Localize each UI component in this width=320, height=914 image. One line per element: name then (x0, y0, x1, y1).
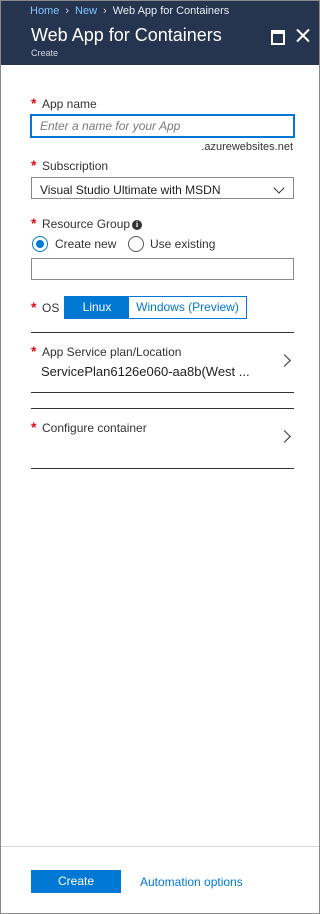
breadcrumb-separator: › (65, 5, 70, 17)
use-existing-radio[interactable] (128, 236, 144, 252)
blade: Home › New › Web App for Containers Web App … (0, 0, 320, 914)
required-marker: * (31, 215, 37, 231)
blade-header: Home › New › Web App for Containers Web App … (1, 1, 319, 65)
use-existing-label[interactable]: Use existing (150, 237, 215, 251)
chevron-down-icon (273, 182, 285, 194)
subscription-select[interactable]: Visual Studio Ultimate with MSDN (31, 177, 294, 199)
create-new-radio[interactable] (32, 236, 48, 252)
info-icon[interactable]: i (132, 220, 142, 230)
os-linux-option[interactable]: Linux (65, 297, 129, 318)
app-service-plan-value: ServicePlan6126e060-aa8b(West ... (41, 364, 250, 379)
close-icon[interactable] (294, 27, 312, 45)
subscription-value: Visual Studio Ultimate with MSDN (40, 183, 221, 197)
resource-group-label: Resource Group (42, 217, 131, 231)
configure-container-label: Configure container (42, 421, 147, 435)
breadcrumb-current: Web App for Containers (112, 5, 230, 17)
create-new-label[interactable]: Create new (55, 237, 116, 251)
configure-container-row[interactable] (31, 409, 294, 468)
app-service-plan-label: App Service plan/Location (42, 345, 182, 359)
maximize-icon[interactable] (269, 27, 287, 45)
breadcrumb-separator: › (103, 5, 107, 17)
required-marker: * (31, 157, 37, 173)
os-label: OS (42, 301, 60, 315)
app-name-field[interactable] (30, 114, 295, 138)
footer-divider (1, 846, 319, 847)
required-marker: * (31, 299, 37, 315)
breadcrumb-home[interactable]: Home (30, 5, 59, 17)
divider (31, 468, 294, 469)
page-title: Web App for Containers (31, 25, 222, 45)
resource-group-field[interactable] (31, 258, 294, 280)
automation-options-link[interactable]: Automation options (140, 875, 243, 889)
os-toggle: Linux Windows (Preview) (64, 296, 247, 319)
create-button[interactable]: Create (31, 870, 121, 893)
required-marker: * (31, 95, 37, 111)
required-marker: * (31, 343, 37, 359)
page-subtitle: Create (31, 48, 59, 58)
divider (31, 392, 294, 393)
app-service-plan-row[interactable] (31, 333, 294, 392)
domain-suffix: .azurewebsites.net (201, 141, 293, 153)
resource-group-input[interactable] (32, 259, 293, 279)
app-name-input[interactable] (32, 116, 293, 136)
subscription-label: Subscription (42, 159, 109, 173)
breadcrumb: Home › New › Web App for Containers (30, 5, 229, 17)
required-marker: * (31, 419, 37, 435)
breadcrumb-new[interactable]: New (75, 5, 97, 17)
app-name-label: App name (42, 97, 97, 111)
os-windows-option[interactable]: Windows (Preview) (129, 297, 246, 318)
